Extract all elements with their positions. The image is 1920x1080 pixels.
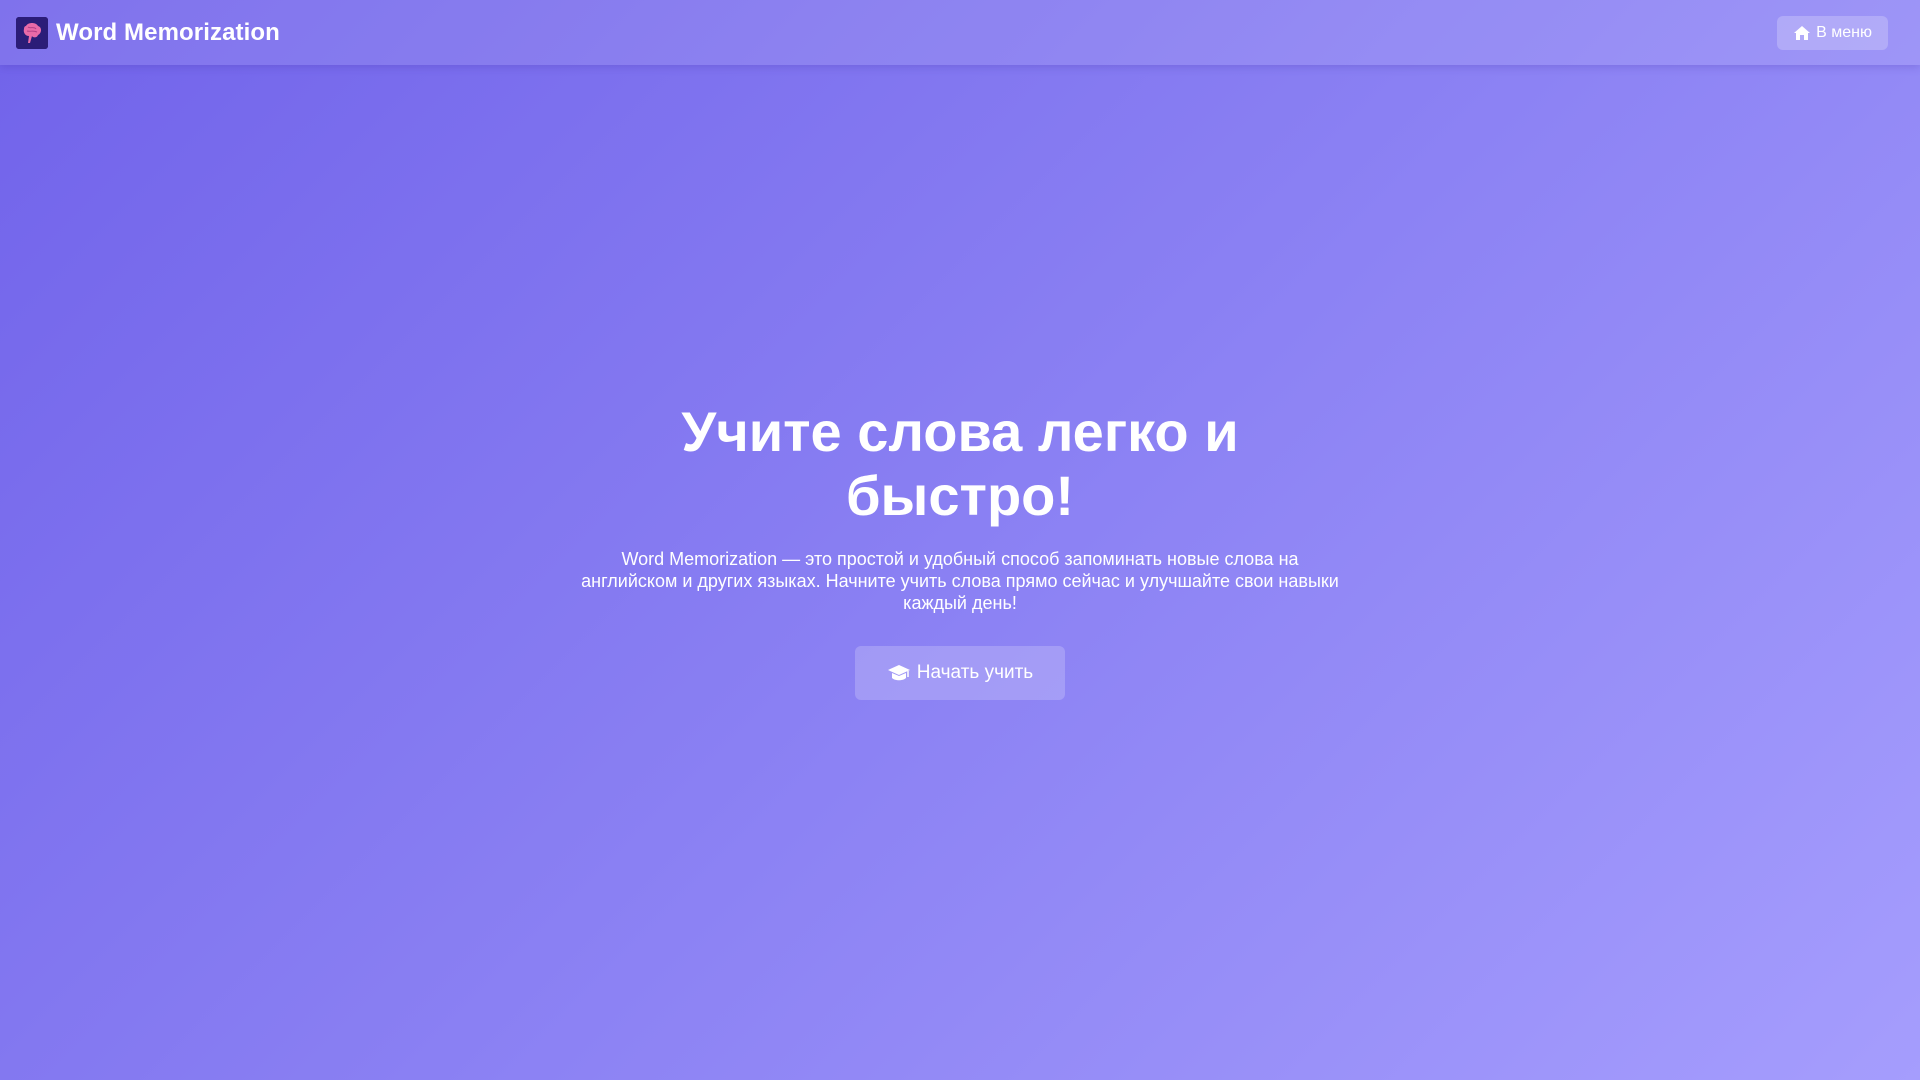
hero-description: Word Memorization — это простой и удобны…	[581, 549, 1339, 613]
start-learning-label: Начать учить	[916, 662, 1034, 683]
brain-logo-icon	[16, 16, 48, 49]
brand-title: Word Memorization	[56, 18, 280, 46]
menu-button[interactable]: В меню	[1777, 15, 1888, 50]
menu-button-label: В меню	[1816, 23, 1872, 41]
brand[interactable]: Word Memorization	[16, 16, 280, 49]
start-learning-button[interactable]: Начать учить	[854, 646, 1066, 700]
hero-title: Учите слова легко и быстро!	[681, 400, 1239, 527]
hero-section: Учите слова легко и быстро! Word Memoriz…	[0, 400, 1920, 700]
top-navbar: Word Memorization В меню	[0, 0, 1920, 65]
home-icon	[1793, 25, 1811, 41]
graduation-cap-icon	[887, 663, 911, 683]
